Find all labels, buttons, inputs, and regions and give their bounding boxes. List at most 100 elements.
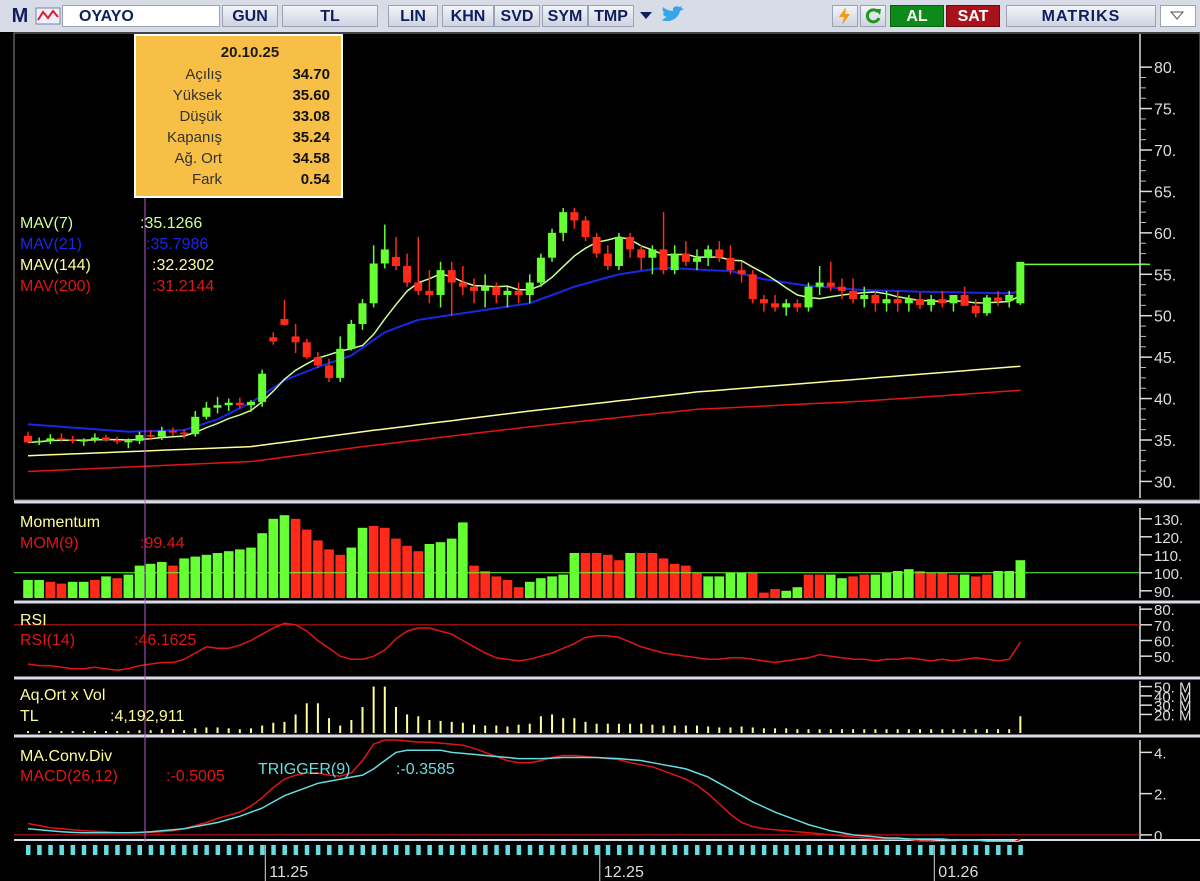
- candle-body: [380, 249, 389, 264]
- candle-body: [559, 212, 568, 233]
- price-y-tick-label: 60.: [1154, 226, 1176, 243]
- x-axis-tick: [851, 845, 856, 855]
- momentum-series-name: MOM(9): [20, 535, 79, 552]
- x-axis-tick: [505, 845, 510, 855]
- x-axis-tick: [984, 845, 990, 855]
- momentum-bar: [970, 576, 981, 598]
- rsi-series-value: :46.1625: [134, 632, 196, 649]
- momentum-bar: [725, 572, 736, 598]
- momentum-bar: [959, 574, 970, 598]
- candle-body: [927, 299, 936, 305]
- momentum-bar: [982, 574, 992, 598]
- momentum-bar: [692, 572, 702, 598]
- momentum-bar: [235, 549, 245, 598]
- flash-icon[interactable]: [832, 5, 858, 27]
- momentum-bar: [101, 576, 111, 598]
- chart-area[interactable]: 30. 35. 40. 45. 50. 55. 60. 65. 70. 75. 80. 90.100…: [0, 32, 1200, 881]
- momentum-bar: [201, 554, 212, 598]
- candle-body: [202, 407, 211, 417]
- momentum-bar: [34, 580, 44, 598]
- x-axis-tick: [672, 845, 678, 855]
- x-axis-tick: [293, 845, 299, 855]
- x-axis-tick: [338, 845, 343, 855]
- candle-body: [369, 263, 378, 304]
- candle-body: [793, 303, 802, 308]
- currency-button[interactable]: TL: [282, 5, 378, 27]
- candle-body: [648, 249, 657, 258]
- candle-body: [90, 437, 99, 440]
- candle-body: [681, 253, 690, 262]
- x-axis-tick: [550, 845, 555, 855]
- candle-body: [514, 290, 523, 295]
- sym-button[interactable]: SYM: [542, 5, 588, 27]
- sell-button[interactable]: SAT: [946, 5, 1000, 27]
- candle-body: [904, 299, 913, 304]
- candle-body: [659, 249, 668, 271]
- x-axis-label: 11.25: [269, 864, 308, 881]
- matriks-logo[interactable]: M: [4, 5, 36, 27]
- x-axis-tick: [327, 845, 332, 855]
- dropdown-arrow-icon[interactable]: [636, 5, 656, 27]
- candle-body: [46, 438, 55, 441]
- legend-mav7-name: MAV(7): [20, 215, 73, 232]
- x-axis-tick: [282, 845, 287, 855]
- twitter-icon[interactable]: [658, 5, 688, 27]
- candle-body: [771, 303, 780, 308]
- chart-type-icon[interactable]: [34, 6, 62, 28]
- candle-body: [425, 290, 434, 295]
- momentum-bar: [469, 565, 479, 598]
- momentum-bar: [681, 565, 691, 598]
- rsi-y-tick-label: 70.: [1154, 618, 1175, 635]
- x-axis-tick: [159, 845, 165, 855]
- x-axis-tick: [895, 845, 901, 855]
- momentum-bar: [480, 571, 490, 598]
- candle-body: [603, 253, 612, 266]
- momentum-bar: [23, 580, 33, 598]
- tooltip-date: 20.10.25: [221, 44, 279, 61]
- trigger-series-value: :-0.3585: [396, 761, 455, 778]
- khn-button[interactable]: KHN: [442, 5, 494, 27]
- template-button[interactable]: TMP: [588, 5, 634, 27]
- x-axis-tick: [695, 845, 700, 855]
- svd-button[interactable]: SVD: [494, 5, 540, 27]
- momentum-series-value: :99.44: [140, 535, 185, 552]
- linear-button[interactable]: LIN: [388, 5, 438, 27]
- momentum-bar: [603, 554, 613, 598]
- x-axis-tick: [951, 845, 956, 855]
- x-axis-tick: [460, 845, 466, 855]
- rsi-title: RSI: [20, 612, 47, 629]
- legend-mav144-name: MAV(144): [20, 257, 91, 274]
- x-axis-tick: [839, 845, 845, 855]
- momentum-bar: [145, 563, 156, 598]
- x-axis-tick: [527, 845, 533, 855]
- menu-dropdown-icon[interactable]: [1160, 5, 1196, 27]
- momentum-bar: [357, 527, 368, 598]
- x-axis-tick: [929, 845, 934, 855]
- price-y-tick-label: 40.: [1154, 392, 1176, 409]
- momentum-bar: [736, 572, 747, 598]
- momentum-bar: [1015, 560, 1026, 598]
- refresh-icon[interactable]: [860, 5, 886, 27]
- momentum-bar: [179, 558, 189, 598]
- momentum-y-tick-label: 110.: [1154, 548, 1182, 565]
- rsi-y-tick-label: 80.: [1154, 602, 1175, 619]
- momentum-bar: [424, 544, 435, 598]
- buy-button[interactable]: AL: [890, 5, 944, 27]
- momentum-bar: [703, 576, 713, 598]
- x-axis-tick: [349, 845, 354, 855]
- momentum-bar: [837, 578, 847, 598]
- momentum-bar: [257, 533, 267, 598]
- x-axis-tick: [193, 845, 198, 855]
- x-axis-tick: [639, 845, 644, 855]
- period-button[interactable]: GUN: [222, 5, 278, 27]
- momentum-bar: [268, 518, 279, 598]
- candle-body: [536, 257, 545, 283]
- momentum-bar: [223, 551, 234, 598]
- momentum-bar: [904, 569, 914, 598]
- matriks-brand[interactable]: MATRIKS: [1006, 5, 1156, 27]
- candle-body: [313, 357, 322, 366]
- candle-body: [860, 295, 869, 300]
- symbol-field[interactable]: OYAYO: [62, 5, 220, 27]
- x-axis-tick: [773, 845, 778, 855]
- candle-body: [938, 299, 947, 304]
